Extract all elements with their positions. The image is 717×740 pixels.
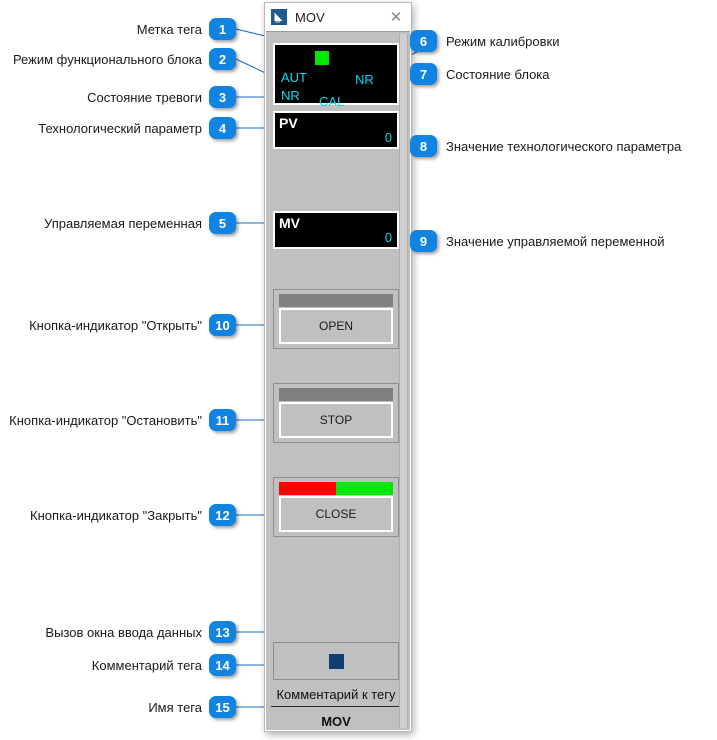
annotation-callout-9: 9 Значение управляемой переменной <box>410 230 717 252</box>
annotation-label-8: Значение технологического параметра <box>446 138 682 154</box>
annotation-label-15: Имя тега <box>148 699 202 715</box>
annotation-label-10: Кнопка-индикатор "Открыть" <box>29 317 202 333</box>
annotation-badge-9: 9 <box>410 230 437 252</box>
annotation-badge-4: 4 <box>209 117 236 139</box>
close-bar-segment <box>279 482 336 495</box>
annotation-label-12: Кнопка-индикатор "Закрыть" <box>30 507 202 523</box>
manipulated-value-number: 0 <box>384 230 392 245</box>
annotation-callout-10: Кнопка-индикатор "Открыть" 10 <box>0 314 236 336</box>
tag-comment: Комментарий к тегу <box>276 687 396 702</box>
annotation-callout-5: Управляемая переменная 5 <box>0 212 236 234</box>
annotation-badge-12: 12 <box>209 504 236 526</box>
close-icon[interactable]: ✕ <box>383 4 409 30</box>
annotation-callout-12: Кнопка-индикатор "Закрыть" 12 <box>0 504 236 526</box>
annotation-badge-6: 6 <box>410 30 437 52</box>
process-value-number: 0 <box>384 130 392 145</box>
annotation-badge-1: 1 <box>209 18 236 40</box>
close-indicator-button[interactable]: CLOSE <box>273 477 399 537</box>
annotation-callout-6: 6 Режим калибровки <box>410 30 717 52</box>
annotation-badge-15: 15 <box>209 696 236 718</box>
status-display: AUT NR CAL NR <box>273 43 399 109</box>
annotation-callout-1: Метка тега 1 <box>0 18 236 40</box>
annotation-callout-13: Вызов окна ввода данных 13 <box>0 621 236 643</box>
annotation-label-2: Режим функционального блока <box>12 51 202 67</box>
open-indicator-button[interactable]: OPEN <box>273 289 399 349</box>
function-block-faceplate-window: MOV ✕ AUT NR CAL NR PV 0 MV 0 OPEN STOP … <box>264 2 412 732</box>
tag-name: MOV <box>321 714 351 729</box>
annotation-badge-14: 14 <box>209 654 236 676</box>
annotation-label-9: Значение управляемой переменной <box>446 233 665 249</box>
annotation-badge-3: 3 <box>209 86 236 108</box>
stop-indicator-button[interactable]: STOP <box>273 383 399 443</box>
annotation-label-7: Состояние блока <box>446 66 550 82</box>
annotation-callout-11: Кнопка-индикатор "Остановить" 11 <box>0 409 236 431</box>
annotation-label-5: Управляемая переменная <box>44 215 202 231</box>
tag-marker <box>315 51 329 65</box>
alarm-state-text: NR <box>281 88 300 103</box>
annotation-label-11: Кнопка-индикатор "Остановить" <box>9 412 202 428</box>
stop-status-bar <box>279 388 393 401</box>
calibration-mode-text: CAL <box>319 94 345 109</box>
window-titlebar: MOV ✕ <box>265 3 411 31</box>
process-value-display: PV 0 <box>273 111 399 149</box>
faceplate-panel-inner: AUT NR CAL NR PV 0 MV 0 OPEN STOP CLOSE … <box>268 34 401 729</box>
annotation-badge-10: 10 <box>209 314 236 336</box>
open-status-bar <box>279 294 393 307</box>
annotation-badge-5: 5 <box>209 212 236 234</box>
annotation-callout-15: Имя тега 15 <box>0 696 236 718</box>
annotation-callout-2: Режим функционального блока 2 <box>0 48 236 70</box>
manipulated-value-label: MV <box>279 215 300 231</box>
manipulated-value-display: MV 0 <box>273 211 399 249</box>
close-button-label: CLOSE <box>279 496 393 532</box>
annotation-badge-8: 8 <box>410 135 437 157</box>
window-title: MOV <box>295 9 325 25</box>
annotation-callout-4: Технологический параметр 4 <box>0 117 236 139</box>
annotation-callout-8: 8 Значение технологического параметра <box>410 135 717 157</box>
data-entry-button[interactable] <box>273 642 399 680</box>
app-icon <box>271 9 287 25</box>
annotation-badge-11: 11 <box>209 409 236 431</box>
annotation-label-13: Вызов окна ввода данных <box>45 624 202 640</box>
annotation-callout-3: Состояние тревоги 3 <box>0 86 236 108</box>
annotation-badge-7: 7 <box>410 63 437 85</box>
close-status-bar <box>279 482 393 495</box>
annotation-callout-14: Комментарий тега 14 <box>0 654 236 676</box>
annotation-badge-2: 2 <box>209 48 236 70</box>
stop-bar-segment <box>279 388 393 401</box>
annotation-callout-7: 7 Состояние блока <box>410 63 717 85</box>
stop-button-label: STOP <box>279 402 393 438</box>
annotation-label-14: Комментарий тега <box>91 657 202 673</box>
panel-scrollbar[interactable] <box>399 34 408 728</box>
open-bar-segment <box>279 294 393 307</box>
annotation-badge-13: 13 <box>209 621 236 643</box>
annotation-label-1: Метка тега <box>136 21 202 37</box>
annotation-label-3: Состояние тревоги <box>87 89 202 105</box>
process-value-label: PV <box>279 115 298 131</box>
annotation-label-6: Режим калибровки <box>446 33 560 49</box>
close-bar-segment <box>336 482 393 495</box>
data-entry-icon <box>328 653 344 669</box>
annotation-label-4: Технологический параметр <box>38 120 202 136</box>
open-button-label: OPEN <box>279 308 393 344</box>
tag-divider <box>271 706 401 707</box>
block-state-text: NR <box>355 72 374 87</box>
faceplate-panel: AUT NR CAL NR PV 0 MV 0 OPEN STOP CLOSE … <box>266 31 410 730</box>
function-block-mode-text: AUT <box>281 70 307 85</box>
